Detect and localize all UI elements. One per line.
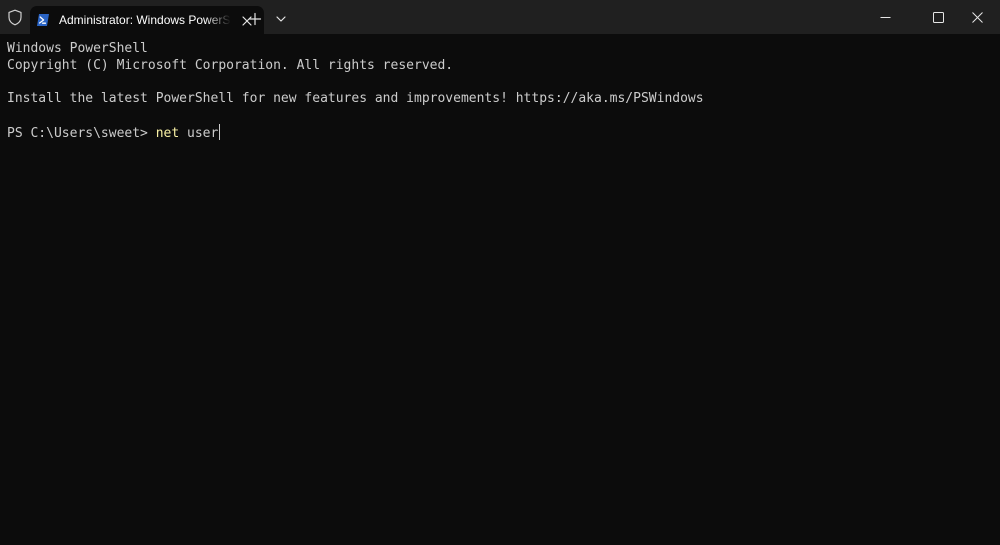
powershell-icon — [36, 13, 50, 27]
plus-icon — [248, 12, 262, 26]
tab-title: Administrator: Windows PowerShell — [59, 13, 231, 27]
command-name: net — [155, 126, 180, 141]
minimize-button[interactable] — [862, 0, 908, 34]
terminal-output[interactable]: Windows PowerShell Copyright (C) Microso… — [0, 34, 1000, 545]
prompt: PS C:\Users\sweet> — [7, 126, 156, 141]
maximize-icon — [933, 12, 944, 23]
terminal-line: Copyright (C) Microsoft Corporation. All… — [7, 58, 454, 73]
tab-dropdown-button[interactable] — [272, 10, 290, 28]
command-argument: user — [179, 126, 219, 141]
chevron-down-icon — [276, 16, 286, 22]
minimize-icon — [880, 17, 891, 18]
tab-powershell[interactable]: Administrator: Windows PowerShell — [30, 6, 264, 34]
terminal-line: Windows PowerShell — [7, 41, 148, 56]
command-line[interactable]: PS C:\Users\sweet> net user — [7, 124, 221, 141]
terminal-line: Install the latest PowerShell for new fe… — [7, 91, 704, 106]
text-cursor — [219, 124, 221, 140]
new-tab-button[interactable] — [245, 10, 265, 28]
close-button[interactable] — [954, 0, 1000, 34]
close-icon — [972, 12, 983, 23]
shield-icon — [7, 9, 23, 26]
terminal-window: Administrator: Windows PowerShell Window… — [0, 0, 1000, 545]
title-bar[interactable]: Administrator: Windows PowerShell — [0, 0, 1000, 34]
